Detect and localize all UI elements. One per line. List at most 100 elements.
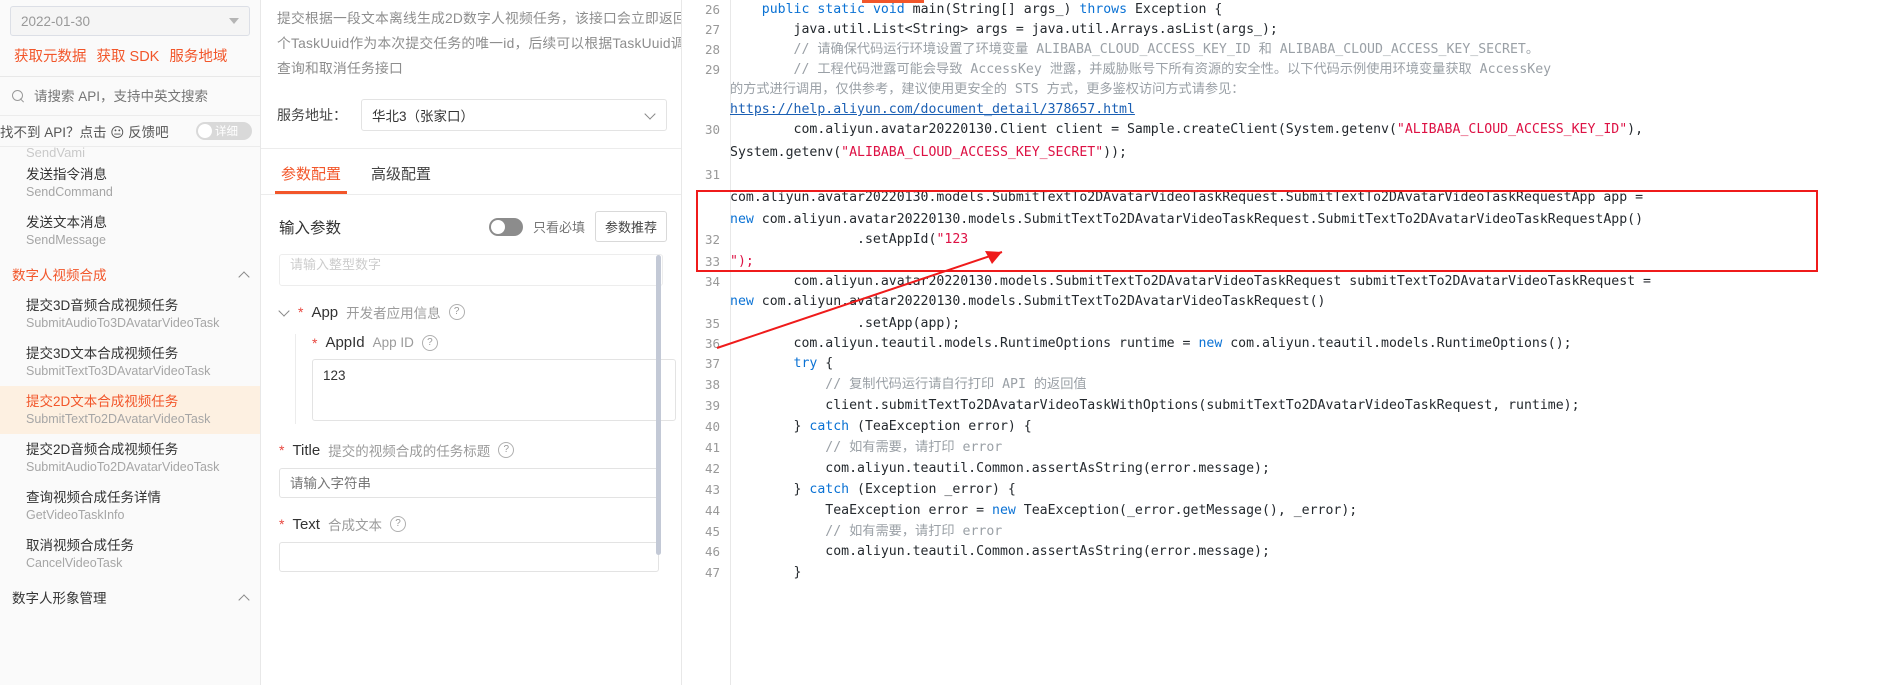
group-label: 数字人视频合成 <box>12 268 107 283</box>
title-input[interactable] <box>279 468 659 498</box>
link-service-region[interactable]: 服务地域 <box>169 45 227 66</box>
code-line: com.aliyun.avatar20220130.models.SubmitT… <box>730 274 1651 289</box>
line-number: 27 <box>704 22 720 37</box>
line-number: 26 <box>704 2 720 17</box>
sidebar-quick-links: 获取元数据 获取 SDK 服务地域 <box>0 36 260 76</box>
only-required-toggle[interactable] <box>488 217 523 236</box>
version-date-picker-wrap: 2022-01-30 <box>0 0 260 36</box>
code-line: .setAppId("123 <box>730 232 969 247</box>
list-item[interactable]: 提交2D音频合成视频任务 SubmitAudioTo2DAvatarVideoT… <box>0 434 260 482</box>
input-params-title: 输入参数 <box>279 219 342 237</box>
middle-scrollbar[interactable] <box>656 255 661 555</box>
line-number: 45 <box>704 524 720 539</box>
help-icon[interactable]: ? <box>389 516 406 532</box>
api-description-line: 查询和取消任务接口 <box>277 61 403 76</box>
toggle-knob <box>490 219 505 234</box>
api-name-cn: 提交2D音频合成视频任务 <box>26 442 179 457</box>
line-number: 34 <box>704 274 720 289</box>
text-field: * Text 合成文本 ? <box>261 498 681 572</box>
service-endpoint-select[interactable]: 华北3（张家口） <box>361 99 667 131</box>
code-line: java.util.List<String> args = java.util.… <box>730 22 1278 37</box>
help-icon[interactable]: ? <box>448 304 465 320</box>
api-name-en: CancelVideoTask <box>26 556 123 570</box>
version-date-value: 2022-01-30 <box>21 13 91 29</box>
list-item[interactable]: 取消视频合成任务 CancelVideoTask <box>0 530 260 578</box>
chevron-down-icon <box>645 110 656 121</box>
list-item[interactable]: 提交3D文本合成视频任务 SubmitTextTo3DAvatarVideoTa… <box>0 338 260 386</box>
chevron-down-icon <box>229 18 239 24</box>
required-marker: * <box>298 304 304 320</box>
detail-toggle-label: 详细 <box>215 126 238 138</box>
appid-input[interactable]: 123 <box>312 359 676 421</box>
api-name-en: SendMessage <box>26 233 106 247</box>
field-name: AppId <box>325 334 365 351</box>
only-required-label: 只看必填 <box>532 220 585 235</box>
code-line: } catch (TeaException error) { <box>730 419 1032 434</box>
list-item[interactable]: 提交3D音频合成视频任务 SubmitAudioTo3DAvatarVideoT… <box>0 290 260 338</box>
code-line: // 请确保代码运行环境设置了环境变量 ALIBABA_CLOUD_ACCESS… <box>730 42 1540 57</box>
input-params-header: 输入参数 只看必填 参数推荐 <box>261 195 681 242</box>
search-input[interactable] <box>32 87 236 105</box>
sidebar-group-avatar-management[interactable]: 数字人形象管理 <box>0 578 260 613</box>
api-name-cn: 取消视频合成任务 <box>26 538 134 553</box>
field-description: 提交的视频合成的任务标题 <box>328 444 491 459</box>
chevron-down-icon[interactable] <box>279 307 290 318</box>
code-line: new com.aliyun.avatar20220130.models.Sub… <box>730 212 1644 227</box>
code-line: com.aliyun.teautil.Common.assertAsString… <box>730 544 1270 559</box>
api-list[interactable]: SendVami 发送指令消息 SendCommand 发送文本消息 SendM… <box>0 147 260 676</box>
detail-toggle[interactable]: 详细 <box>196 122 252 140</box>
sidebar-item-submit-text-to-2d[interactable]: 提交2D文本合成视频任务 SubmitTextTo2DAvatarVideoTa… <box>0 386 260 434</box>
line-number: 41 <box>704 440 720 455</box>
title-field-header: * Title 提交的视频合成的任务标题 ? <box>279 440 663 460</box>
link-get-sdk[interactable]: 获取 SDK <box>97 45 160 66</box>
field-name: Text <box>292 515 320 533</box>
code-line: com.aliyun.teautil.Common.assertAsString… <box>730 461 1270 476</box>
code-gutter: 26 27 28 29 30 31 32 33 34 35 36 37 38 39 40 41 42 43 44 45… <box>682 0 731 685</box>
api-description-line: 个TaskUuid作为本次提交任务的唯一id，后续可以根据TaskUuid调用 <box>277 36 682 51</box>
code-line: com.aliyun.avatar20220130.models.SubmitT… <box>730 190 1644 205</box>
group-label: 数字人形象管理 <box>12 591 107 606</box>
tab-parameter-config[interactable]: 参数配置 <box>274 149 348 194</box>
code-line: } catch (Exception _error) { <box>730 482 1016 497</box>
code-line: https://help.aliyun.com/document_detail/… <box>730 102 1135 117</box>
code-line: try { <box>793 356 834 371</box>
list-item[interactable]: 发送文本消息 SendMessage <box>0 207 260 255</box>
service-endpoint-value: 华北3（张家口） <box>372 109 475 124</box>
api-name-cn: 提交3D文本合成视频任务 <box>26 346 179 361</box>
field-name: Title <box>292 441 321 459</box>
line-number: 33 <box>704 254 720 269</box>
required-marker: * <box>279 442 285 458</box>
required-marker: * <box>312 334 318 351</box>
api-name-cn: 提交2D文本合成视频任务 <box>26 394 179 409</box>
api-name-cn: 发送指令消息 <box>26 167 107 182</box>
api-name-cn: 发送文本消息 <box>26 215 107 230</box>
api-name-cn: 查询视频合成任务详情 <box>26 490 161 505</box>
parameter-recommend-button[interactable]: 参数推荐 <box>594 211 667 242</box>
code-line: com.aliyun.avatar20220130.Client client … <box>730 122 1644 137</box>
line-number: 44 <box>704 503 720 518</box>
code-line: "); <box>730 254 754 269</box>
app-group-header[interactable]: * App 开发者应用信息 ? <box>279 302 663 322</box>
line-number: 36 <box>704 336 720 351</box>
service-endpoint-label: 服务地址： <box>277 107 347 123</box>
api-name-en: SubmitTextTo3DAvatarVideoTask <box>26 364 211 378</box>
feedback-label[interactable]: 找不到 API？点击 😐 反馈吧 <box>0 121 169 141</box>
line-number: 47 <box>704 565 720 580</box>
title-field: * Title 提交的视频合成的任务标题 ? <box>261 424 681 498</box>
text-input[interactable] <box>279 542 659 572</box>
code-line: client.submitTextTo2DAvatarVideoTaskWith… <box>730 398 1580 413</box>
list-item[interactable]: 查询视频合成任务详情 GetVideoTaskInfo <box>0 482 260 530</box>
line-number: 39 <box>704 398 720 413</box>
api-name-en: SendCommand <box>26 185 113 199</box>
help-icon[interactable]: ? <box>421 334 438 351</box>
link-get-metadata[interactable]: 获取元数据 <box>14 45 87 66</box>
line-number: 28 <box>704 42 720 57</box>
tab-advanced-config[interactable]: 高级配置 <box>369 149 433 194</box>
line-number: 43 <box>704 482 720 497</box>
line-number: 46 <box>704 544 720 559</box>
sidebar-group-video-synthesis[interactable]: 数字人视频合成 <box>0 255 260 290</box>
help-icon[interactable]: ? <box>498 442 515 458</box>
list-item[interactable]: 发送指令消息 SendCommand <box>0 159 260 207</box>
version-date-picker[interactable]: 2022-01-30 <box>10 6 250 36</box>
clipped-number-input[interactable]: 请输入整型数字 <box>279 254 663 286</box>
